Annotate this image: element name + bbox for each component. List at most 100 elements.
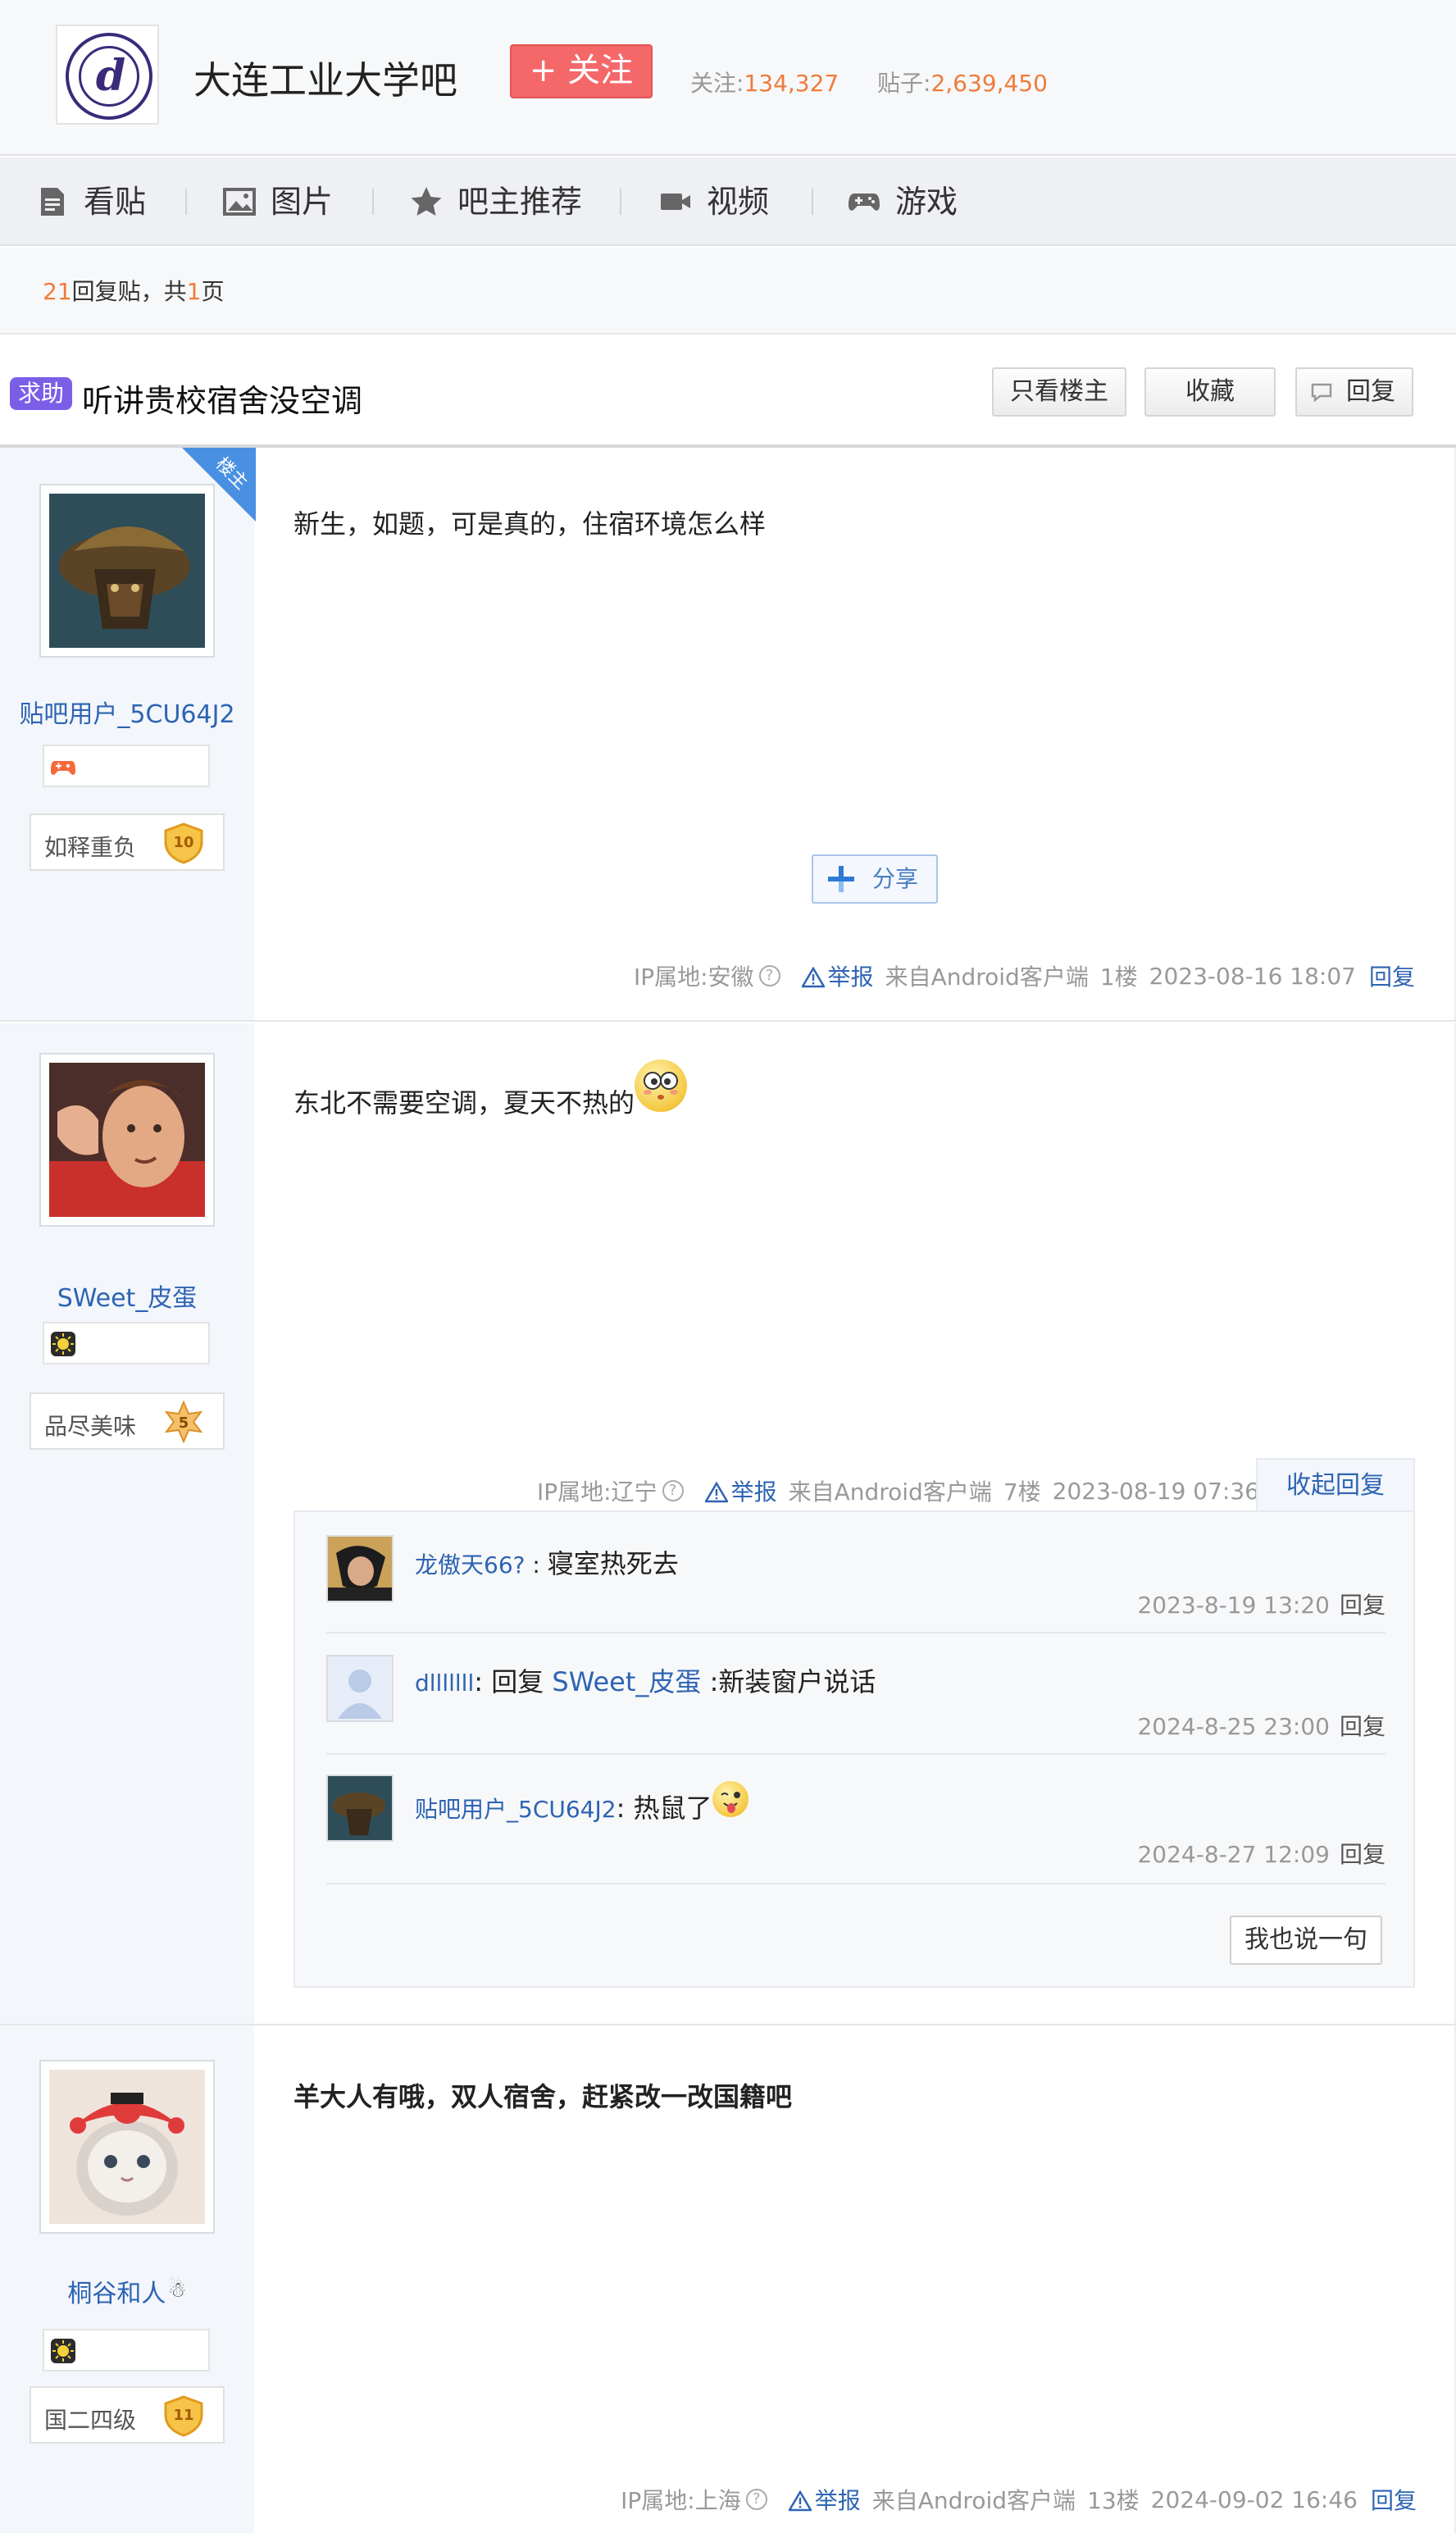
ip-location: IP属地:安徽 xyxy=(633,964,754,991)
post-content: 羊大人有哦，双人宿舍，赶紧改一改国籍吧 xyxy=(293,2081,793,2112)
help-icon[interactable]: ? xyxy=(758,965,780,986)
sub-reply-avatar[interactable] xyxy=(326,1655,394,1722)
post-reply-link[interactable]: 回复 xyxy=(1371,2483,1417,2516)
document-icon xyxy=(36,185,69,218)
collapse-replies-button[interactable]: 收起回复 xyxy=(1256,1458,1415,1512)
share-button[interactable]: 分享 xyxy=(812,854,938,904)
game-badge-icon[interactable] xyxy=(51,754,75,779)
sub-reply-item: dlllllll: 回复 SWeet_皮蛋 :新装窗户说话 2024-8-25 … xyxy=(326,1635,1385,1755)
sun-badge-icon[interactable] xyxy=(51,1332,75,1356)
sub-reply-content: 贴吧用户_5CU64J2: 热鼠了 xyxy=(415,1781,748,1825)
forum-logo[interactable]: d xyxy=(56,25,159,125)
follow-button[interactable]: + 关注 xyxy=(510,44,653,98)
post-source[interactable]: 来自Android客户端 xyxy=(789,1474,992,1507)
reply-target-user[interactable]: SWeet_皮蛋 xyxy=(552,1666,701,1697)
owner-corner-badge: 楼主 xyxy=(182,448,256,522)
post-source[interactable]: 来自Android客户端 xyxy=(872,2483,1076,2516)
floor-number: 13楼 xyxy=(1087,2487,1140,2514)
star-icon xyxy=(410,185,443,218)
post-reply-link[interactable]: 回复 xyxy=(1369,959,1415,992)
add-comment-button[interactable]: 我也说一句 xyxy=(1230,1916,1382,1965)
post-floor-13: 桐谷和人☃ 国二四级 11 羊大人有哦，双人宿舍，赶紧改一改国籍吧 IP属地:上… xyxy=(0,2025,1456,2533)
post-time: 2023-08-16 18:07 xyxy=(1149,962,1356,990)
sub-reply-content: 龙傲天66? : 寝室热死去 xyxy=(415,1548,679,1579)
sub-reply-link[interactable]: 回复 xyxy=(1340,1713,1385,1740)
sub-reply-link[interactable]: 回复 xyxy=(1340,1841,1385,1868)
nav-item-label: 看贴 xyxy=(84,184,147,220)
svg-text:11: 11 xyxy=(173,2407,193,2424)
level-badge[interactable]: 国二四级 11 xyxy=(30,2386,225,2444)
thread-title: 听讲贵校宿舍没空调 xyxy=(82,383,363,419)
nav-item-images[interactable]: 图片 xyxy=(223,180,333,223)
level-star-icon: 5 xyxy=(162,1400,205,1444)
post-time: 2023-08-19 07:36 xyxy=(1052,1477,1259,1505)
post-content: 东北不需要空调，夏天不热的 xyxy=(293,1059,688,1120)
floor-number: 7楼 xyxy=(1003,1478,1041,1506)
nav-item-label: 图片 xyxy=(271,184,334,220)
forum-name[interactable]: 大连工业大学吧 xyxy=(193,51,457,105)
username[interactable]: SWeet_皮蛋 xyxy=(0,1278,254,1314)
image-icon xyxy=(223,185,256,218)
forum-header: d 大连工业大学吧 + 关注 关注:134,327 贴子:2,639,450 xyxy=(0,0,1456,156)
post-floor-7: SWeet_皮蛋 品尽美味 5 东北不需要空调，夏天不热的 IP属地:辽宁? 举… xyxy=(0,1023,1456,2025)
comment-icon xyxy=(1311,383,1332,403)
sub-reply-user[interactable]: 贴吧用户_5CU64J2 xyxy=(415,1796,617,1823)
snowman-icon: ☃ xyxy=(167,2278,187,2303)
nav-item-posts[interactable]: 看贴 xyxy=(36,180,146,223)
sub-reply-meta: 2024-8-27 12:09 回复 xyxy=(1137,1841,1385,1868)
help-tag: 求助 xyxy=(10,377,73,410)
sub-reply-item: 龙傲天66? : 寝室热死去 2023-8-19 13:20 回复 xyxy=(326,1535,1385,1633)
favorite-button[interactable]: 收藏 xyxy=(1144,367,1276,417)
username[interactable]: 桐谷和人☃ xyxy=(0,2273,254,2309)
help-icon[interactable]: ? xyxy=(745,2489,767,2510)
report-link[interactable]: 举报 xyxy=(800,959,874,992)
sub-reply-avatar[interactable] xyxy=(326,1774,394,1842)
nav-item-video[interactable]: 视频 xyxy=(659,180,769,223)
nav-item-label: 游戏 xyxy=(895,184,958,220)
post-meta: IP属地:辽宁? 举报 来自Android客户端 7楼 2023-08-19 0… xyxy=(526,1474,1259,1507)
thread-title-bar: 求助 听讲贵校宿舍没空调 只看楼主 收藏 回复 xyxy=(0,335,1456,448)
avatar[interactable] xyxy=(39,2060,215,2234)
sub-reply-meta: 2024-8-25 23:00 回复 xyxy=(1137,1713,1385,1740)
warning-icon xyxy=(703,1481,729,1503)
ip-location: IP属地:上海 xyxy=(621,2487,741,2514)
sub-reply-user[interactable]: dlllllll xyxy=(415,1670,474,1697)
help-icon[interactable]: ? xyxy=(662,1480,684,1501)
username[interactable]: 贴吧用户_5CU64J2 xyxy=(0,694,254,730)
sub-reply-user[interactable]: 龙傲天66? xyxy=(415,1551,526,1579)
badge-bar xyxy=(43,745,210,787)
nav-item-recommended[interactable]: 吧主推荐 xyxy=(410,180,582,223)
level-badge[interactable]: 如释重负 10 xyxy=(30,813,225,871)
nav-item-games[interactable]: 游戏 xyxy=(848,180,958,223)
post-content: 新生，如题，可是真的，住宿环境怎么样 xyxy=(293,508,767,540)
badge-bar xyxy=(43,2329,210,2371)
video-icon xyxy=(659,185,692,218)
svg-text:10: 10 xyxy=(173,834,193,851)
forum-nav: 看贴 图片 吧主推荐 视频 游戏 xyxy=(0,157,1456,246)
level-shield-icon: 10 xyxy=(162,822,205,864)
followers-stat: 关注:134,327 xyxy=(690,70,839,97)
posts-stat: 贴子:2,639,450 xyxy=(877,70,1048,97)
reply-count-text: 21回复贴，共1页 xyxy=(43,278,225,305)
reply-count-bar: 21回复贴，共1页 xyxy=(0,248,1456,335)
post-meta: IP属地:上海? 举报 来自Android客户端 13楼 2024-09-02 … xyxy=(609,2483,1417,2516)
ip-location: IP属地:辽宁 xyxy=(536,1478,657,1506)
sub-reply-item: 贴吧用户_5CU64J2: 热鼠了 2024-8-27 12:09 回复 xyxy=(326,1755,1385,1884)
warning-icon xyxy=(800,966,826,988)
sub-reply-avatar[interactable] xyxy=(326,1535,394,1602)
nav-item-label: 吧主推荐 xyxy=(457,184,583,220)
floor-number: 1楼 xyxy=(1099,964,1138,991)
sun-badge-icon[interactable] xyxy=(51,2339,75,2363)
gamepad-icon xyxy=(848,185,880,218)
report-link[interactable]: 举报 xyxy=(787,2483,861,2516)
report-link[interactable]: 举报 xyxy=(703,1474,777,1507)
post-source[interactable]: 来自Android客户端 xyxy=(885,959,1089,992)
sub-reply-link[interactable]: 回复 xyxy=(1340,1592,1385,1619)
avatar[interactable] xyxy=(39,1053,215,1227)
post-meta: IP属地:安徽? 举报 来自Android客户端 1楼 2023-08-16 1… xyxy=(622,959,1415,992)
post-time: 2024-09-02 16:46 xyxy=(1150,2485,1358,2513)
reply-button[interactable]: 回复 xyxy=(1295,367,1413,417)
level-badge[interactable]: 品尽美味 5 xyxy=(30,1392,225,1450)
only-owner-button[interactable]: 只看楼主 xyxy=(992,367,1126,417)
svg-text:5: 5 xyxy=(179,1415,189,1432)
